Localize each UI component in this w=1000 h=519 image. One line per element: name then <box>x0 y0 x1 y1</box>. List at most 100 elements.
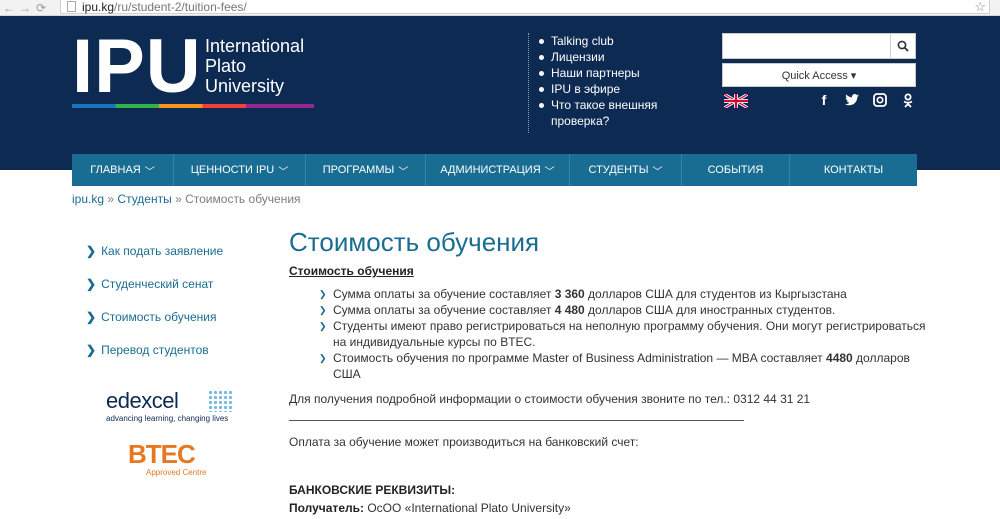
fee-text: долларов США для иностранных студентов. <box>584 303 836 317</box>
top-link-licenses[interactable]: Лицензии <box>539 49 657 65</box>
sidebar-item-how-to-apply[interactable]: ❯ Как подать заявление <box>86 234 223 267</box>
logo-line-1: International <box>205 36 305 56</box>
breadcrumb-home[interactable]: ipu.kg <box>72 192 104 206</box>
fee-list: Сумма оплаты за обучение составляет 3 36… <box>319 286 929 382</box>
fee-amount: 4480 <box>826 351 853 365</box>
btec-wordmark: BTEC <box>128 439 196 469</box>
back-arrow-icon[interactable]: ← <box>2 1 16 15</box>
breadcrumb: ipu.kg » Студенты » Стоимость обучения <box>72 192 301 206</box>
sidebar-item-student-senate[interactable]: ❯ Студенческий сенат <box>86 267 223 300</box>
sidebar-item-label: Стоимость обучения <box>101 309 217 324</box>
nav-label: СТУДЕНТЫ <box>588 164 649 176</box>
list-item: Стоимость обучения по программе Master o… <box>319 350 929 382</box>
uk-flag-icon[interactable] <box>724 94 748 108</box>
sidebar-menu: ❯ Как подать заявление ❯ Студенческий сена… <box>86 234 223 366</box>
main-content: Стоимость обучения Стоимость обучения Су… <box>289 226 929 515</box>
twitter-bird-graphic <box>845 94 859 106</box>
chevron-down-icon: ﹀ <box>278 166 289 178</box>
nav-item-values[interactable]: ЦЕННОСТИ IPU ﹀ <box>174 154 306 186</box>
contact-info: Для получения подробной информации о сто… <box>289 392 811 406</box>
chevron-down-icon: ﹀ <box>544 166 555 178</box>
top-link-external-review-line-2: проверка? <box>551 114 610 128</box>
sidebar-item-student-transfer[interactable]: ❯ Перевод студентов <box>86 333 223 366</box>
top-link-talking-club[interactable]: Talking club <box>539 33 657 49</box>
top-link-partners[interactable]: Наши партнеры <box>539 65 657 81</box>
list-item: Сумма оплаты за обучение составляет 4 48… <box>319 302 929 318</box>
top-links: Talking club Лицензии Наши партнеры IPU … <box>528 33 657 133</box>
nav-label: АДМИНИСТРАЦИЯ <box>440 164 541 176</box>
nav-item-administration[interactable]: АДМИНИСТРАЦИЯ ﹀ <box>426 154 570 186</box>
fee-amount: 4 480 <box>554 303 585 317</box>
chevron-down-icon: ﹀ <box>144 166 155 178</box>
btec-logo[interactable]: BTEC Approved Centre <box>128 440 218 482</box>
recipient-line: Получатель: ОсОО «International Plato Un… <box>289 501 929 515</box>
nav-item-contacts[interactable]: КОНТАКТЫ <box>790 154 917 186</box>
site-header: IPU International Plato University Talki… <box>0 16 1000 186</box>
list-item: Сумма оплаты за обучение составляет 3 36… <box>319 286 929 302</box>
twitter-icon[interactable] <box>844 92 860 108</box>
edexcel-logo[interactable]: edexcel advancing learning, changing liv… <box>106 388 236 428</box>
reload-icon[interactable]: ⟳ <box>34 1 48 15</box>
search-input[interactable] <box>723 34 890 58</box>
chevron-right-icon: ❯ <box>86 243 97 258</box>
nav-item-home[interactable]: ГЛАВНАЯ ﹀ <box>72 154 174 186</box>
nav-label: КОНТАКТЫ <box>823 164 884 176</box>
odnoklassniki-icon[interactable] <box>900 92 916 108</box>
logo-ipu[interactable]: IPU <box>72 29 202 105</box>
fee-amount: 3 360 <box>554 287 585 301</box>
nav-label: СОБЫТИЯ <box>707 164 764 176</box>
fee-text: Сумма оплаты за обучение составляет <box>333 287 555 301</box>
breadcrumb-students[interactable]: Студенты <box>117 192 171 206</box>
search-box <box>722 33 916 59</box>
search-icon <box>897 40 909 52</box>
nav-label: ГЛАВНАЯ <box>90 164 141 176</box>
facebook-icon[interactable]: f <box>816 92 832 108</box>
nav-item-programs[interactable]: ПРОГРАММЫ ﹀ <box>306 154 426 186</box>
forward-arrow-icon[interactable]: → <box>18 1 32 15</box>
btec-tagline: Approved Centre <box>146 468 207 477</box>
address-bar[interactable]: ipu.kg /ru/student-2/tuition-fees/ <box>60 0 990 14</box>
logo-color-stripe <box>72 104 314 108</box>
instagram-graphic <box>873 93 887 107</box>
chevron-right-icon: ❯ <box>86 342 97 357</box>
fee-text: Студенты имеют право регистрироваться на… <box>333 319 926 349</box>
top-link-external-review[interactable]: Что такое внешняя проверка? <box>539 97 657 129</box>
odnoklassniki-graphic <box>903 93 913 108</box>
fee-text: Стоимость обучения по программе Master o… <box>333 351 827 365</box>
browser-toolbar: ← → ⟳ ipu.kg /ru/student-2/tuition-fees/… <box>0 0 1000 16</box>
chevron-down-icon: ﹀ <box>652 166 663 178</box>
chevron-right-icon: ❯ <box>86 309 97 324</box>
top-link-external-review-line-1: Что такое внешняя <box>551 98 658 112</box>
logo-line-3: University <box>205 76 285 96</box>
breadcrumb-current: Стоимость обучения <box>185 192 301 206</box>
nav-item-events[interactable]: СОБЫТИЯ <box>682 154 790 186</box>
nav-item-students[interactable]: СТУДЕНТЫ ﹀ <box>570 154 682 186</box>
nav-label: ПРОГРАММЫ <box>322 164 395 176</box>
edexcel-tagline: advancing learning, changing lives <box>106 414 229 423</box>
search-button[interactable] <box>890 34 915 58</box>
section-subtitle: Стоимость обучения <box>289 264 414 278</box>
uk-flag-graphic <box>724 94 748 108</box>
bookmark-star-icon[interactable]: ☆ <box>974 0 986 14</box>
recipient-label: Получатель: <box>289 501 364 515</box>
main-navigation: ГЛАВНАЯ ﹀ ЦЕННОСТИ IPU ﹀ ПРОГРАММЫ ﹀ АДМИНИ… <box>72 154 917 186</box>
top-link-ipu-on-air[interactable]: IPU в эфире <box>539 81 657 97</box>
social-links: f <box>816 92 916 108</box>
list-item: Студенты имеют право регистрироваться на… <box>319 318 929 350</box>
nav-label: ЦЕННОСТИ IPU <box>190 164 275 176</box>
payment-note: Оплата за обучение может производиться н… <box>289 435 639 449</box>
sidebar-item-tuition-fees[interactable]: ❯ Стоимость обучения <box>86 300 223 333</box>
fee-text: Сумма оплаты за обучение составляет <box>333 303 555 317</box>
divider <box>289 420 744 421</box>
instagram-icon[interactable] <box>872 92 888 108</box>
quick-access-dropdown[interactable]: Quick Access ▾ <box>722 63 916 87</box>
logo-line-2: Plato <box>205 56 247 76</box>
sidebar-item-label: Как подать заявление <box>101 243 224 258</box>
url-host: ipu.kg <box>82 0 115 14</box>
logo-university-name[interactable]: International Plato University <box>205 36 304 96</box>
url-path: /ru/student-2/tuition-fees/ <box>114 0 247 14</box>
fee-text: долларов США для студентов из Кыргызстан… <box>584 287 847 301</box>
page-icon <box>67 1 76 12</box>
bank-details-heading: БАНКОВСКИЕ РЕКВИЗИТЫ: <box>289 483 456 497</box>
chevron-right-icon: ❯ <box>86 276 97 291</box>
